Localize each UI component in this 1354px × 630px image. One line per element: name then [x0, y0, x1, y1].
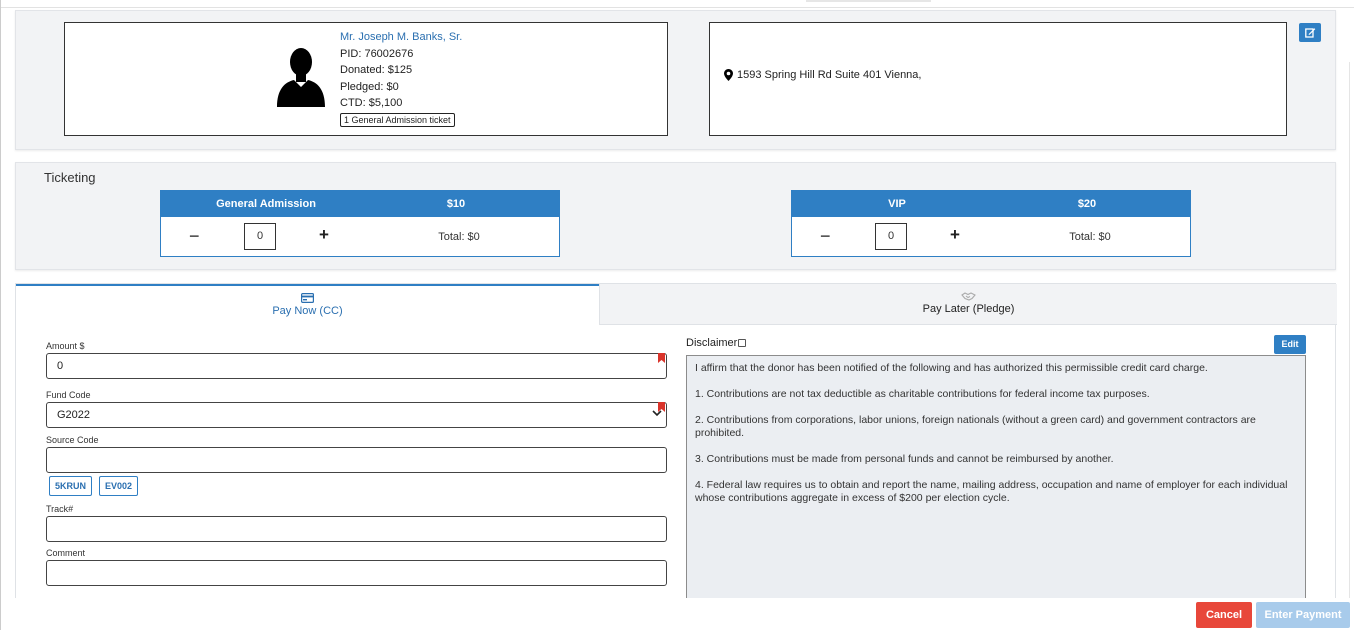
disclaimer-text-box: I affirm that the donor has been notifie… [686, 355, 1306, 605]
disclaimer-paragraph: 1. Contributions are not tax deductible … [695, 388, 1150, 400]
map-pin-icon [724, 69, 733, 81]
fund-code-label: Fund Code [46, 390, 91, 400]
amount-value: 0 [57, 360, 64, 372]
required-flag-icon [658, 353, 665, 363]
donor-panel: Mr. Joseph M. Banks, Sr. PID: 76002676 D… [15, 10, 1336, 150]
source-chip-ev002[interactable]: EV002 [99, 476, 139, 496]
fund-code-value: G2022 [57, 409, 91, 421]
track-input[interactable] [46, 516, 667, 542]
source-code-input[interactable] [46, 447, 667, 473]
quantity-input[interactable]: 0 [244, 223, 276, 250]
disclaimer-paragraph: I affirm that the donor has been notifie… [695, 362, 1208, 374]
amount-label: Amount $ [46, 341, 85, 351]
ticket-total: Total: $0 [438, 231, 480, 243]
person-avatar-icon [277, 48, 325, 107]
ticket-total: Total: $0 [1069, 231, 1111, 243]
donor-donated: Donated: $125 [340, 64, 413, 76]
donor-name-link[interactable]: Mr. Joseph M. Banks, Sr. [340, 29, 462, 46]
comment-label: Comment [46, 548, 86, 558]
ticketing-panel: Ticketing General Admission $10 − 0 + To… [15, 162, 1336, 270]
source-code-label: Source Code [46, 435, 99, 445]
address-text: 1593 Spring Hill Rd Suite 401 Vienna, [737, 69, 922, 81]
address-line: 1593 Spring Hill Rd Suite 401 Vienna, [724, 69, 921, 81]
source-chip-5krun[interactable]: 5KRUN [49, 476, 93, 496]
payment-panel: Pay Now (CC) Pay Later (Pledge) Amount $… [15, 283, 1337, 605]
tab-pay-now-label: Pay Now (CC) [272, 305, 343, 317]
donor-ctd: CTD: $5,100 [340, 97, 403, 109]
ticket-name: VIP [888, 198, 906, 210]
disclaimer-checkbox[interactable] [738, 339, 747, 347]
handshake-icon [961, 292, 976, 301]
disclaimer-paragraph: 4. Federal law requires us to obtain and… [695, 479, 1288, 504]
edit-donor-button[interactable] [1299, 23, 1321, 42]
decrement-button[interactable]: − [820, 226, 831, 247]
ticket-name: General Admission [216, 198, 316, 210]
ticket-card-body: − 0 + Total: $0 [161, 217, 559, 257]
cancel-button[interactable]: Cancel [1196, 602, 1252, 628]
decrement-button[interactable]: − [189, 226, 200, 247]
disclaimer-label: Disclaimer [686, 337, 738, 349]
disclaimer-paragraph: 3. Contributions must be made from perso… [695, 453, 1114, 465]
ticket-price: $20 [1077, 198, 1097, 210]
amount-input[interactable]: 0 [46, 353, 667, 379]
edit-disclaimer-button[interactable]: Edit [1274, 335, 1306, 354]
edit-icon [1304, 28, 1315, 38]
top-strip [1, 0, 1354, 8]
ticket-card-header: VIP $20 [792, 191, 1190, 217]
top-tab-indicator [806, 0, 931, 2]
ticketing-title: Ticketing [44, 170, 96, 185]
fund-code-select[interactable]: G2022 [46, 402, 667, 428]
disclaimer-label-row: Disclaimer [686, 337, 747, 349]
donor-card: Mr. Joseph M. Banks, Sr. PID: 76002676 D… [64, 22, 668, 136]
ticket-price: $10 [446, 198, 466, 210]
chevron-down-icon [652, 410, 662, 417]
ticket-card-header: General Admission $10 [161, 191, 559, 217]
enter-payment-button[interactable]: Enter Payment [1256, 602, 1350, 628]
donor-pid: PID: 76002676 [340, 47, 414, 60]
tab-pay-now[interactable]: Pay Now (CC) [16, 284, 599, 325]
payment-app: Mr. Joseph M. Banks, Sr. PID: 76002676 D… [0, 0, 1354, 630]
donor-info: Mr. Joseph M. Banks, Sr. PID: 76002676 D… [340, 29, 462, 128]
footer-bar: Cancel Enter Payment [1, 598, 1354, 630]
donor-pledged: Pledged: $0 [340, 80, 399, 93]
ticket-card-vip: VIP $20 − 0 + Total: $0 [791, 190, 1191, 257]
track-label: Track# [46, 504, 74, 514]
ticket-card-body: − 0 + Total: $0 [792, 217, 1190, 257]
credit-card-icon [301, 293, 314, 303]
address-card: 1593 Spring Hill Rd Suite 401 Vienna, [709, 22, 1287, 136]
disclaimer-paragraph: 2. Contributions from corporations, labo… [695, 414, 1256, 439]
quantity-input[interactable]: 0 [875, 223, 907, 250]
tab-pay-later-label: Pay Later (Pledge) [922, 303, 1015, 315]
ticket-card-general-admission: General Admission $10 − 0 + Total: $0 [160, 190, 560, 257]
increment-button[interactable]: + [319, 225, 329, 245]
increment-button[interactable]: + [950, 225, 960, 245]
tab-pay-later[interactable]: Pay Later (Pledge) [599, 284, 1337, 325]
page-scrollbar[interactable] [1349, 62, 1354, 598]
comment-input[interactable] [46, 560, 667, 586]
ticket-badge: 1 General Admission ticket [340, 112, 455, 127]
